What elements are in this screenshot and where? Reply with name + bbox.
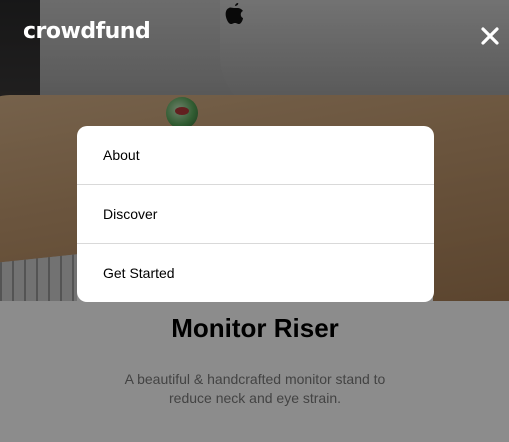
site-logo[interactable]: crowdfund xyxy=(23,19,151,44)
menu-item-get-started[interactable]: Get Started xyxy=(77,244,434,302)
close-icon[interactable] xyxy=(478,24,502,48)
menu-item-about[interactable]: About xyxy=(77,126,434,185)
menu-item-discover[interactable]: Discover xyxy=(77,185,434,244)
mobile-nav-menu: About Discover Get Started xyxy=(77,126,434,302)
